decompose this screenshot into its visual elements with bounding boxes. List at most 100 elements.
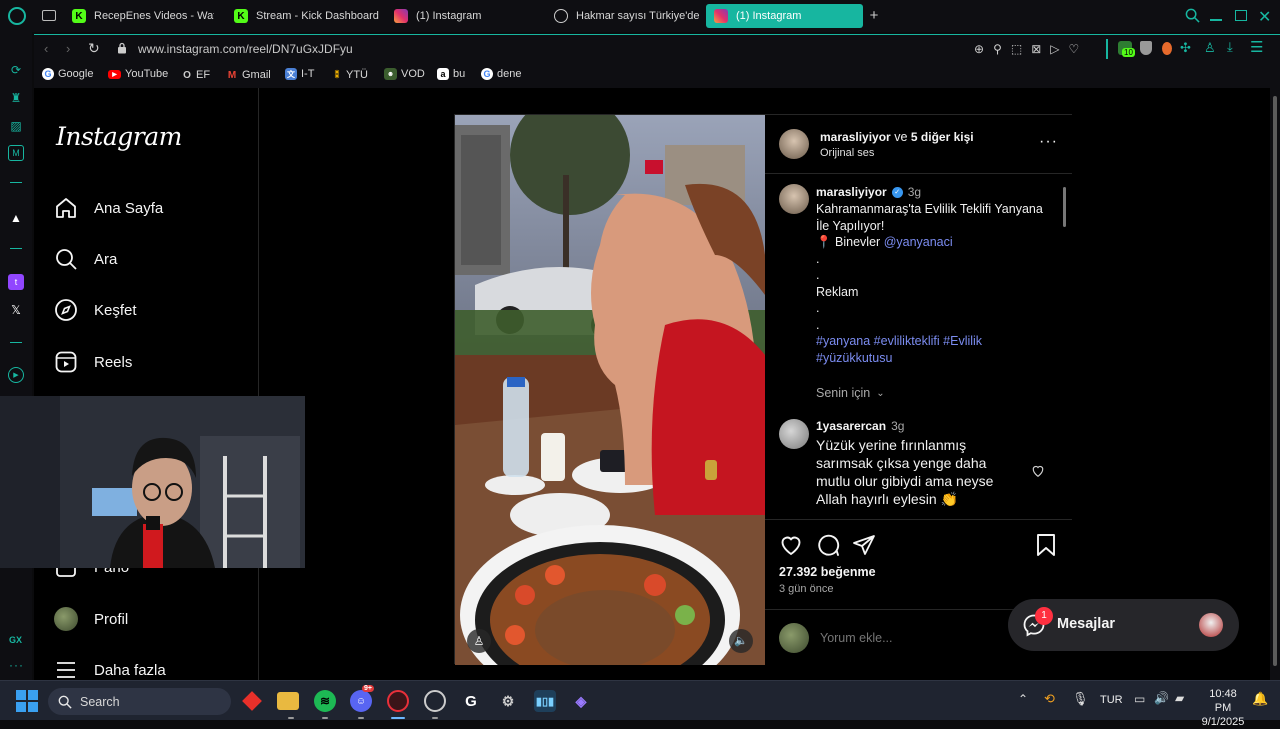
extension-orange-icon[interactable] bbox=[1162, 42, 1172, 55]
account-icon[interactable]: ♙ bbox=[1204, 40, 1216, 56]
close-window-button[interactable]: ✕ bbox=[1258, 7, 1271, 27]
save-icon[interactable] bbox=[1035, 533, 1057, 557]
app-g-icon[interactable]: G bbox=[460, 690, 482, 712]
mention-link[interactable]: @yanyanaci bbox=[884, 235, 953, 249]
bookmark-ef[interactable]: O EF bbox=[182, 68, 210, 82]
tab-instagram-active[interactable]: (1) Instagram bbox=[706, 4, 863, 28]
header-collaborators[interactable]: 5 diğer kişi bbox=[911, 130, 974, 144]
language-indicator[interactable]: TUR bbox=[1100, 694, 1123, 706]
url-field[interactable]: www.instagram.com/reel/DN7uGxJDFyu bbox=[138, 42, 353, 56]
opera-gx-icon[interactable] bbox=[387, 690, 409, 712]
comment-username[interactable]: 1yasarercan bbox=[816, 419, 886, 433]
hashtag-link[interactable]: #yüzükkutusu bbox=[816, 350, 1061, 367]
file-explorer-icon[interactable] bbox=[277, 692, 299, 710]
clock[interactable]: 10:48 PM 9/1/2025 bbox=[1200, 687, 1246, 729]
comments-scroll[interactable]: marasliyiyor ✓ 3g Kahramanmaraş'ta Evlil… bbox=[765, 174, 1072, 519]
shield-icon[interactable] bbox=[1140, 41, 1152, 55]
comment-icon[interactable] bbox=[816, 533, 840, 557]
minimize-button[interactable] bbox=[1210, 19, 1222, 21]
audio-label[interactable]: Orijinal ses bbox=[820, 147, 874, 159]
more-options-icon[interactable]: ··· bbox=[1039, 133, 1058, 151]
share-icon[interactable] bbox=[852, 533, 876, 557]
caption-avatar[interactable] bbox=[779, 184, 809, 214]
bookmark-bu[interactable]: a bu bbox=[437, 68, 465, 80]
adblock-icon[interactable]: ⊠ bbox=[1031, 42, 1041, 56]
bookmark-ytu[interactable]: ⁑ YTÜ bbox=[332, 68, 368, 82]
comment-input[interactable] bbox=[820, 627, 1020, 649]
tab-hakmar[interactable]: Hakmar sayısı Türkiye'de bbox=[546, 4, 702, 28]
tab-island-icon[interactable] bbox=[42, 10, 56, 21]
messenger-icon[interactable]: M bbox=[8, 145, 24, 161]
player-icon[interactable]: ▶ bbox=[8, 367, 24, 383]
bookmark-google[interactable]: G Google bbox=[42, 68, 93, 80]
like-icon[interactable] bbox=[779, 533, 803, 557]
nav-more[interactable]: Daha fazla bbox=[54, 658, 166, 680]
extension-icon[interactable]: 10 bbox=[1118, 41, 1135, 57]
nav-explore[interactable]: Keşfet bbox=[54, 298, 137, 322]
speed-dial-icon[interactable]: ⟳ bbox=[8, 62, 24, 78]
twitch-icon[interactable]: t bbox=[8, 274, 24, 290]
audio-app-icon[interactable]: ▮▯▮ bbox=[534, 690, 556, 712]
gx-corner-icon[interactable]: ▨ bbox=[8, 118, 24, 134]
comments-scrollbar[interactable] bbox=[1061, 175, 1067, 519]
bookmark-it[interactable]: 文 I-T bbox=[285, 68, 314, 80]
instagram-logo[interactable]: Instagram bbox=[56, 122, 182, 151]
post-date[interactable]: 3 gün önce bbox=[779, 583, 833, 595]
opera-logo-icon[interactable] bbox=[8, 7, 26, 25]
tag-people-icon[interactable]: ♙ bbox=[467, 629, 491, 653]
tray-sync-icon[interactable]: ⟲ bbox=[1044, 691, 1055, 707]
aria-icon[interactable]: ▲ bbox=[8, 210, 24, 226]
app-red-icon[interactable] bbox=[241, 690, 263, 712]
mute-icon[interactable]: 🔈 bbox=[729, 629, 753, 653]
start-button[interactable] bbox=[16, 690, 38, 712]
microphone-icon[interactable]: 🎙 bbox=[1072, 691, 1089, 707]
spotify-icon[interactable]: ≋ bbox=[314, 690, 336, 712]
bookmark-vod[interactable]: ☻ VOD bbox=[384, 68, 425, 80]
reload-button[interactable]: ↻ bbox=[88, 40, 100, 57]
display-icon[interactable]: ▭ bbox=[1134, 692, 1145, 706]
header-username[interactable]: marasliyiyor bbox=[820, 130, 891, 144]
for-you-dropdown[interactable]: Senin için ⌄ bbox=[816, 386, 885, 400]
author-avatar[interactable] bbox=[779, 129, 809, 159]
notification-icon[interactable]: 🔔 bbox=[1252, 691, 1268, 707]
app-diamond-icon[interactable]: ◈ bbox=[570, 690, 592, 712]
reel-video[interactable]: ♙ 🔈 bbox=[455, 115, 765, 665]
obs-icon[interactable] bbox=[424, 690, 446, 712]
nav-profile[interactable]: Profil bbox=[54, 607, 128, 631]
bookmark-dene[interactable]: Gdene bbox=[481, 68, 521, 80]
nav-search[interactable]: Ara bbox=[54, 247, 117, 271]
tab-instagram-1[interactable]: (1) Instagram bbox=[386, 4, 546, 28]
gx-control-icon[interactable]: ♜ bbox=[8, 90, 24, 106]
battery-icon[interactable]: ▰ bbox=[1175, 691, 1184, 705]
tab-recepenes[interactable]: K RecepEnes Videos - Watc bbox=[64, 4, 214, 28]
bookmark-youtube[interactable]: ▶ YouTube bbox=[108, 68, 168, 80]
nav-reels[interactable]: Reels bbox=[54, 350, 132, 374]
back-button[interactable]: ‹ bbox=[44, 41, 48, 56]
taskbar-search[interactable]: Search bbox=[48, 688, 231, 715]
x-twitter-icon[interactable]: 𝕏 bbox=[8, 302, 24, 318]
likes-count[interactable]: 27.392 beğenme bbox=[779, 565, 876, 579]
page-scrollbar[interactable] bbox=[1270, 88, 1280, 680]
maximize-button[interactable] bbox=[1235, 10, 1247, 21]
send-icon[interactable]: ▷ bbox=[1050, 42, 1059, 56]
discord-icon[interactable]: ☺ 9+ bbox=[350, 685, 374, 712]
steam-icon[interactable]: ⚙ bbox=[497, 690, 519, 712]
search-tabs-icon[interactable] bbox=[1185, 8, 1200, 23]
download-icon[interactable]: ⤓ bbox=[1227, 39, 1233, 55]
tab-kick-dashboard[interactable]: K Stream - Kick Dashboard bbox=[226, 4, 386, 28]
nav-home[interactable]: Ana Sayfa bbox=[54, 196, 163, 220]
easy-setup-icon[interactable]: ☰ bbox=[1250, 38, 1263, 56]
caption-username[interactable]: marasliyiyor bbox=[816, 185, 887, 199]
snapshot-icon[interactable]: ⬚ bbox=[1011, 42, 1022, 56]
forward-button[interactable]: › bbox=[66, 41, 70, 56]
extensions-icon[interactable]: ✣ bbox=[1180, 40, 1191, 56]
bookmark-gmail[interactable]: M Gmail bbox=[226, 68, 271, 82]
hashtag-link[interactable]: #yanyana #evlilikteklifi #Evlilik bbox=[816, 333, 1061, 350]
bookmark-heart-icon[interactable]: ♡ bbox=[1069, 42, 1080, 56]
pin-icon[interactable]: ⚲ bbox=[993, 42, 1002, 56]
comment-like-icon[interactable] bbox=[1031, 464, 1045, 478]
new-tab-button[interactable]: + bbox=[866, 8, 882, 24]
tray-chevron-icon[interactable]: ⌃ bbox=[1018, 692, 1028, 706]
comment-avatar[interactable] bbox=[779, 419, 809, 449]
messages-button[interactable]: 1 Mesajlar bbox=[1008, 599, 1239, 651]
